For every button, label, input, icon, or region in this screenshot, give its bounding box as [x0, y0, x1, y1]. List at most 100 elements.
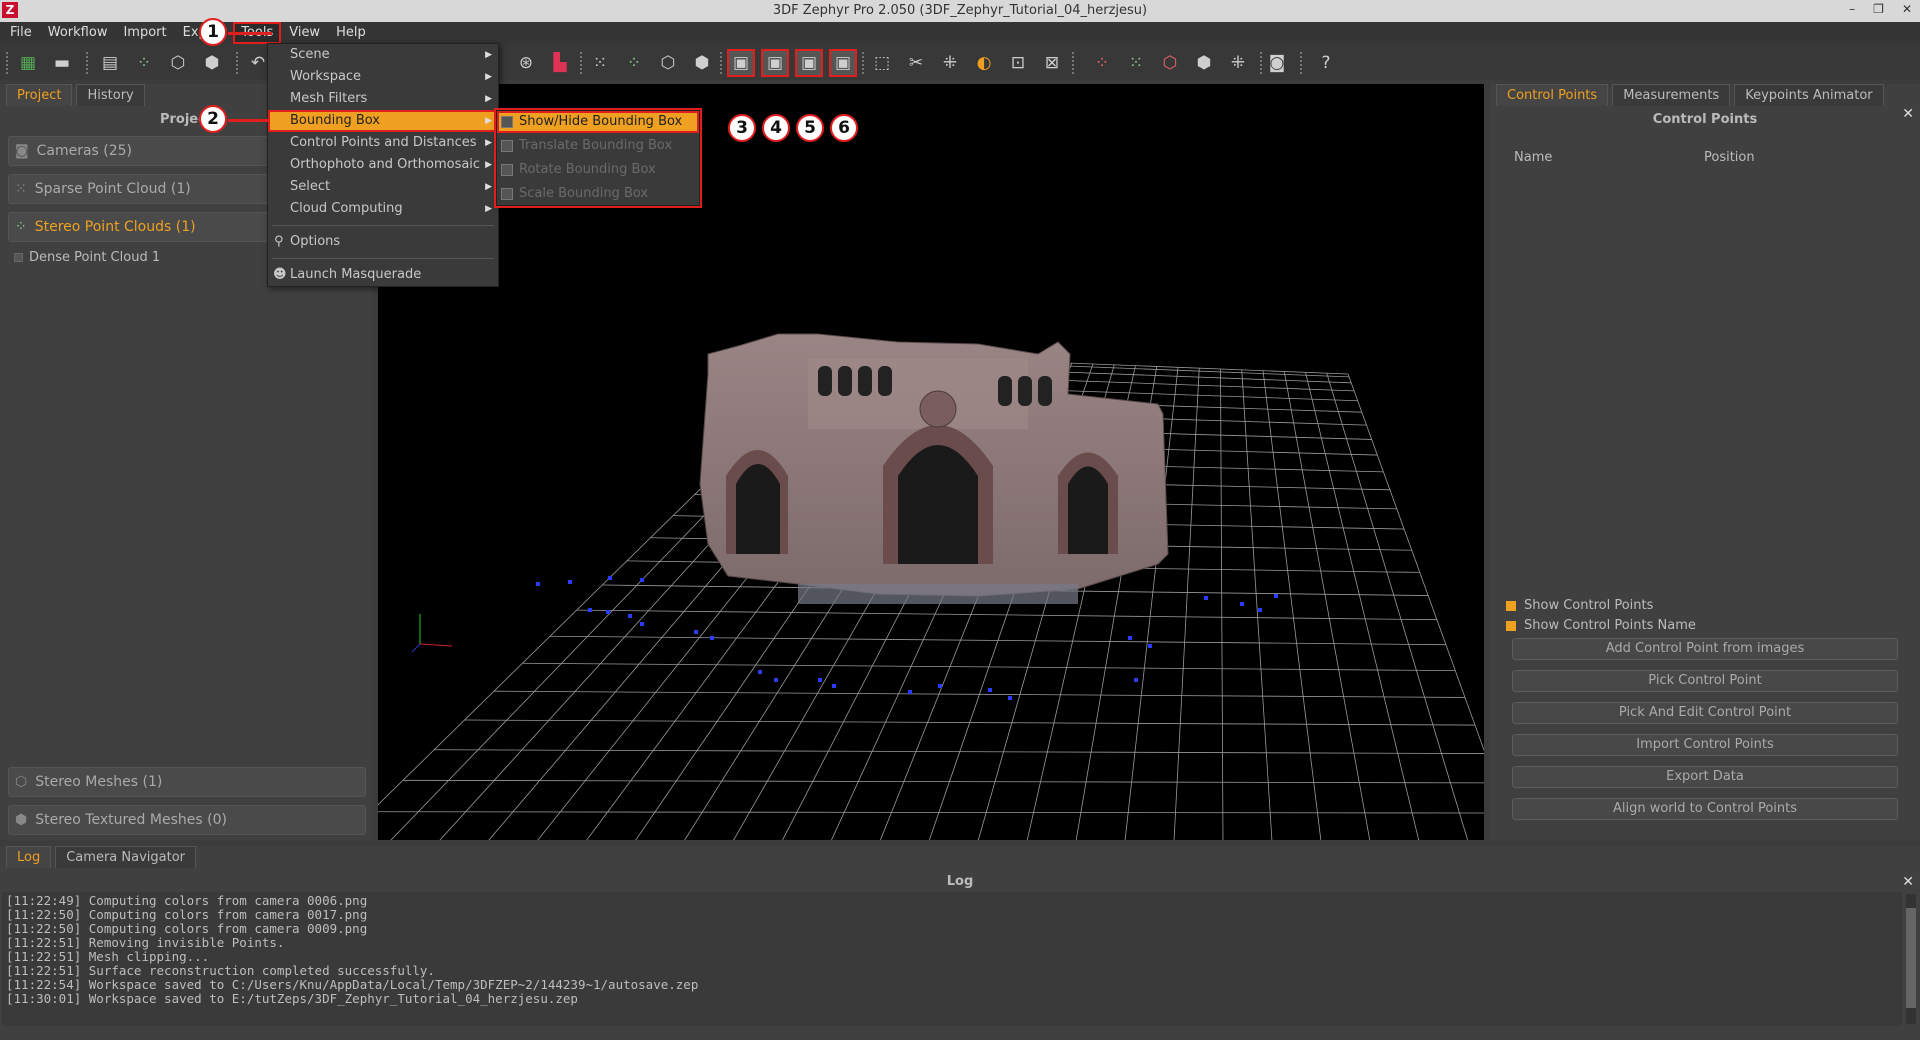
- log-line: [11:22:50] Computing colors from camera …: [6, 921, 368, 936]
- export-data-button[interactable]: Export Data: [1512, 766, 1898, 788]
- new-project-icon[interactable]: ▦: [16, 51, 40, 75]
- scale-bounding-box-icon[interactable]: ▣: [829, 49, 857, 77]
- rotate-bounding-box-icon[interactable]: ▣: [795, 49, 823, 77]
- menu-item-select[interactable]: Select ▶: [268, 176, 498, 198]
- filter-texture-icon[interactable]: ⬢: [1192, 51, 1216, 75]
- annotation-arrow: [228, 32, 272, 35]
- camera-marker: [1148, 644, 1152, 648]
- mesh-icon: ⬡: [15, 774, 28, 790]
- save-icon[interactable]: ▬: [50, 51, 74, 75]
- decimate-icon[interactable]: ⁜: [1226, 51, 1250, 75]
- tab-camera-navigator[interactable]: Camera Navigator: [55, 846, 196, 868]
- visibility-checkbox[interactable]: [14, 253, 23, 262]
- grid-line: [1262, 370, 1322, 840]
- tools-dropdown-menu: Scene ▶ Workspace ▶ Mesh Filters ▶ Bounding…: [267, 43, 499, 287]
- rings-icon[interactable]: ⊛: [514, 51, 538, 75]
- translate-bounding-box-icon[interactable]: ▣: [761, 49, 789, 77]
- annotation-badge-5: 5: [796, 114, 824, 142]
- show-control-points-checkbox[interactable]: Show Control Points: [1506, 598, 1653, 613]
- align-world-button[interactable]: Align world to Control Points: [1512, 798, 1898, 820]
- sparse-view-icon[interactable]: ▤: [98, 51, 122, 75]
- menu-item-orthophoto[interactable]: Orthophoto and Orthomosaic ▶: [268, 154, 498, 176]
- restore-button[interactable]: ❐: [1873, 2, 1884, 16]
- mesh-icon[interactable]: ⬡: [166, 51, 190, 75]
- camera-marker: [1128, 636, 1132, 640]
- deselect-icon[interactable]: ⊡: [1006, 51, 1030, 75]
- menu-item-bounding-box[interactable]: Bounding Box ▶: [268, 110, 498, 132]
- menu-view[interactable]: View: [281, 22, 328, 44]
- menu-item-control-points[interactable]: Control Points and Distances ▶: [268, 132, 498, 154]
- minimize-button[interactable]: –: [1849, 2, 1855, 16]
- help-question-icon[interactable]: ?: [1314, 51, 1338, 75]
- tab-keypoints-animator[interactable]: Keypoints Animator: [1734, 84, 1884, 106]
- delete-selection-icon[interactable]: ⊠: [1040, 51, 1064, 75]
- section-textured-meshes[interactable]: ⬢ Stereo Textured Meshes (0): [8, 805, 366, 835]
- bounding-box-submenu: Show/Hide Bounding Box Translate Boundin…: [494, 108, 702, 208]
- menu-item-label: Translate Bounding Box: [519, 138, 673, 153]
- camera-marker: [608, 576, 612, 580]
- annotation-badge-3: 3: [728, 114, 756, 142]
- add-control-point-button[interactable]: Add Control Point from images: [1512, 638, 1898, 660]
- point-cloud-icon[interactable]: ⁘: [132, 51, 156, 75]
- menu-item-cloud-computing[interactable]: Cloud Computing ▶: [268, 198, 498, 220]
- camera-marker: [1134, 678, 1138, 682]
- show-sparse-icon[interactable]: ⁙: [588, 51, 612, 75]
- tab-project[interactable]: Project: [6, 84, 73, 106]
- menu-import[interactable]: Import: [115, 22, 174, 44]
- building-model: [699, 333, 1169, 604]
- screenshot-camera-icon[interactable]: ◙: [1265, 51, 1289, 75]
- menu-item-show-hide-bbox[interactable]: Show/Hide Bounding Box: [497, 111, 699, 133]
- submenu-arrow-icon: ▶: [485, 160, 492, 170]
- tab-measurements[interactable]: Measurements: [1612, 84, 1731, 106]
- pick-edit-control-point-button[interactable]: Pick And Edit Control Point: [1512, 702, 1898, 724]
- menu-workflow[interactable]: Workflow: [40, 22, 116, 44]
- tab-log[interactable]: Log: [6, 846, 52, 868]
- axis-gizmo: [411, 614, 453, 653]
- menu-item-scene[interactable]: Scene ▶: [268, 44, 498, 66]
- menu-item-workspace[interactable]: Workspace ▶: [268, 66, 498, 88]
- menu-item-masquerade[interactable]: ☻ Launch Masquerade: [268, 264, 498, 286]
- menu-file[interactable]: File: [2, 22, 40, 44]
- tab-history[interactable]: History: [76, 84, 145, 106]
- show-control-points-name-checkbox[interactable]: Show Control Points Name: [1506, 618, 1696, 633]
- checkbox-checked[interactable]: [1506, 600, 1516, 611]
- toggle-bounding-box-icon[interactable]: ▣: [727, 49, 755, 77]
- show-mesh-icon[interactable]: ⬡: [656, 51, 680, 75]
- close-icon[interactable]: ✕: [1902, 874, 1914, 890]
- checkbox-checked[interactable]: [1506, 620, 1516, 631]
- select-points-icon[interactable]: ⁜: [938, 51, 962, 75]
- grid-line: [1173, 368, 1200, 840]
- list-item-dense-cloud[interactable]: Dense Point Cloud 1: [14, 250, 160, 265]
- menu-item-mesh-filters[interactable]: Mesh Filters ▶: [268, 88, 498, 110]
- submenu-arrow-icon: ▶: [485, 94, 492, 104]
- camera-marker: [908, 690, 912, 694]
- show-dense-icon[interactable]: ⁘: [622, 51, 646, 75]
- log-scrollbar[interactable]: [1906, 894, 1916, 1024]
- scrollbar-thumb[interactable]: [1906, 908, 1916, 1008]
- filter-points-icon[interactable]: ⁘: [1090, 51, 1114, 75]
- camera-marker: [568, 580, 572, 584]
- color-icon[interactable]: ▙: [548, 51, 572, 75]
- show-texture-icon[interactable]: ⬢: [690, 51, 714, 75]
- camera-marker: [536, 582, 540, 586]
- close-icon[interactable]: ✕: [1902, 106, 1914, 122]
- menu-item-label: Select: [290, 179, 331, 194]
- menu-help[interactable]: Help: [328, 22, 374, 44]
- menu-separator: [272, 258, 494, 259]
- tab-control-points[interactable]: Control Points: [1496, 84, 1609, 106]
- close-button[interactable]: ✕: [1902, 2, 1912, 16]
- camera-marker: [774, 678, 778, 682]
- import-control-points-button[interactable]: Import Control Points: [1512, 734, 1898, 756]
- menu-item-options[interactable]: ⚲ Options: [268, 231, 498, 253]
- select-lasso-icon[interactable]: ✂: [904, 51, 928, 75]
- camera-marker: [640, 622, 644, 626]
- filter-mesh-icon[interactable]: ⬡: [1158, 51, 1182, 75]
- menu-item-label: Launch Masquerade: [290, 267, 422, 282]
- pick-control-point-button[interactable]: Pick Control Point: [1512, 670, 1898, 692]
- select-rect-icon[interactable]: ⬚: [870, 51, 894, 75]
- textured-mesh-icon[interactable]: ⬢: [200, 51, 224, 75]
- control-points-table-header: Name Position: [1514, 150, 1894, 165]
- invert-select-icon[interactable]: ◐: [972, 51, 996, 75]
- filter-dense-icon[interactable]: ⁙: [1124, 51, 1148, 75]
- section-stereo-meshes[interactable]: ⬡ Stereo Meshes (1): [8, 767, 366, 797]
